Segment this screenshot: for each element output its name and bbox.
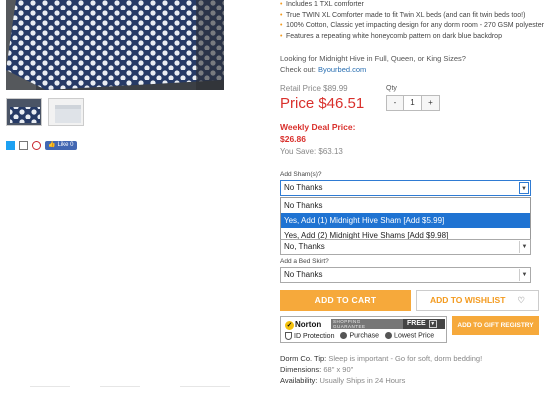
qty-label: Qty [386,85,397,92]
social-share-bar: 👍 Like 0 [6,141,77,150]
checkmark-icon: ✓ [285,321,294,330]
divider [100,386,140,387]
divider [180,386,230,387]
feature-item: Features a repeating white honeycomb pat… [280,32,550,43]
twitter-icon[interactable] [6,141,15,150]
chevron-down-icon: ▼ [519,182,529,194]
you-save: You Save: $63.13 [280,147,343,156]
pinterest-icon[interactable] [32,141,41,150]
add-to-wishlist-button[interactable]: ADD TO WISHLIST ♡ [416,290,539,311]
purchase-icon [340,332,348,340]
chevron-down-icon: ▼ [519,241,529,253]
add-to-cart-button[interactable]: ADD TO CART [280,290,411,311]
dimensions: Dimensions: 68" x 90" [280,365,354,374]
facebook-like-button[interactable]: 👍 Like 0 [45,141,77,150]
norton-guarantee-badge[interactable]: ✓ Norton SHOPPING GUARANTEE FREE ▼ ID Prote… [280,316,447,343]
thumbnail-2[interactable] [48,98,84,126]
sale-price: Price $46.51 [280,95,365,112]
qty-input[interactable]: 1 [404,96,422,110]
thumbnail-1[interactable] [6,98,42,126]
byourbed-link[interactable]: Byourbed.com [318,65,366,74]
comforter-image [6,0,224,90]
email-icon[interactable] [19,141,28,150]
bed-skirt-select[interactable]: No Thanks ▼ [280,267,531,283]
qty-increment-button[interactable]: + [422,96,439,110]
add-to-gift-registry-button[interactable]: ADD TO GIFT REGISTRY [452,316,539,335]
weekly-deal-price: $26.86 [280,134,306,144]
shams-dropdown: No Thanks Yes, Add (1) Midnight Hive Sha… [280,197,531,244]
weekly-deal: Weekly Deal Price: $26.86 [280,121,355,145]
bed-skirt-label: Add a Bed Skirt? [280,258,329,265]
shield-icon [285,332,292,340]
feature-item: 100% Cotton, Classic yet impacting desig… [280,21,550,32]
product-main-image[interactable] [6,0,224,90]
other-sizes-note: Looking for Midnight Hive in Full, Queen… [280,53,466,75]
thumbnail-list [6,98,84,126]
norton-features: ID Protection Purchase Lowest Price [285,332,434,340]
shams-label: Add Sham(s)? [280,171,322,178]
feature-item: True TWIN XL Comforter made to fit Twin … [280,11,550,22]
thumbs-up-icon: 👍 [48,142,56,148]
price-icon [385,332,393,340]
dorm-tip: Dorm Co. Tip: Sleep is important - Go fo… [280,354,483,363]
feature-list: Includes 1 TXL comforter True TWIN XL Co… [280,0,550,42]
heart-icon: ♡ [517,295,526,305]
guarantee-label: SHOPPING GUARANTEE [331,319,403,329]
chevron-down-icon: ▼ [519,269,529,281]
availability: Availability: Usually Ships in 24 Hours [280,376,406,385]
sizes-question: Looking for Midnight Hive in Full, Queen… [280,54,466,63]
norton-logo: ✓ Norton [285,320,322,330]
chevron-down-icon: ▼ [428,320,437,328]
shams-select[interactable]: No Thanks ▼ [280,180,531,196]
free-label: FREE ▼ [403,319,445,329]
qty-decrement-button[interactable]: - [387,96,404,110]
dropdown-option[interactable]: Yes, Add (1) Midnight Hive Sham [Add $5.… [281,213,530,228]
pillow-select[interactable]: No, Thanks ▼ [280,239,531,255]
retail-price: Retail Price $89.99 [280,84,348,93]
quantity-stepper: - 1 + [386,95,440,111]
dropdown-option[interactable]: No Thanks [281,198,530,213]
divider [30,386,70,387]
check-out-label: Check out: [280,65,318,74]
weekly-deal-label: Weekly Deal Price: [280,122,356,132]
feature-item: Includes 1 TXL comforter [280,0,550,11]
